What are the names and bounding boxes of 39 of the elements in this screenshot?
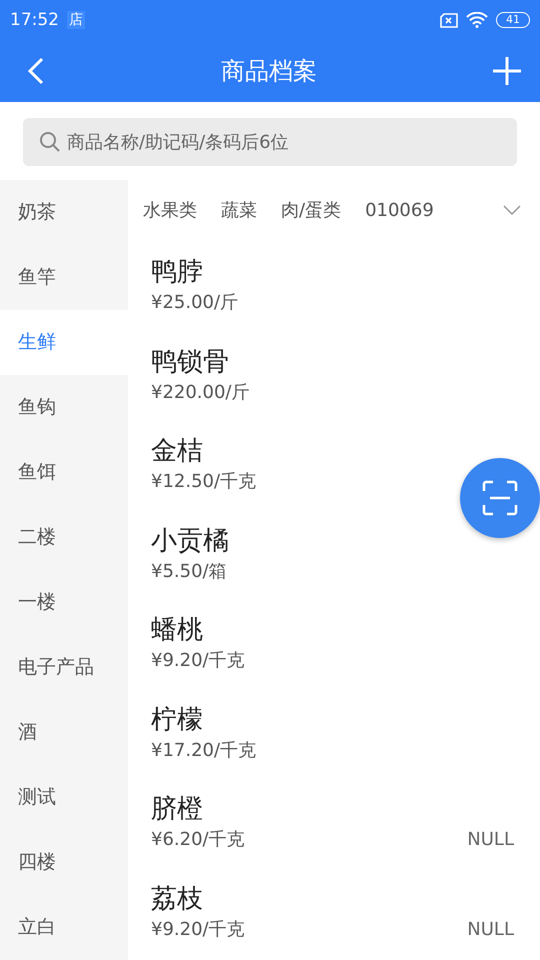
product-price: ¥9.20/千克 xyxy=(151,649,245,673)
page-title: 商品档案 xyxy=(221,56,317,87)
product-price: ¥6.20/千克 xyxy=(151,828,245,852)
product-name[interactable]: 鸭锁骨 xyxy=(151,344,540,380)
category-item[interactable]: 测试 xyxy=(0,765,128,830)
category-item[interactable]: 立白 xyxy=(0,895,128,960)
category-item[interactable]: 一楼 xyxy=(0,570,128,635)
product-name[interactable]: 荔枝 xyxy=(151,880,540,916)
product-name[interactable]: 柠檬 xyxy=(151,702,540,738)
subcategory-tab[interactable]: 水果类 xyxy=(143,198,197,222)
category-item[interactable]: 酒 xyxy=(0,700,128,765)
product-name[interactable]: 金桔 xyxy=(151,433,540,469)
category-item[interactable]: 二楼 xyxy=(0,505,128,570)
category-item[interactable]: 鱼饵 xyxy=(0,440,128,505)
category-item[interactable]: 四楼 xyxy=(0,830,128,895)
product-tag: NULL xyxy=(467,916,514,942)
subcategory-tab[interactable]: 010069 xyxy=(365,200,434,220)
category-item[interactable]: 电子产品 xyxy=(0,635,128,700)
product-name[interactable]: 脐橙 xyxy=(151,791,540,827)
product-name[interactable]: 鸭脖 xyxy=(151,254,540,290)
product-price: ¥25.00/斤 xyxy=(151,291,238,315)
category-item[interactable]: 鱼钩 xyxy=(0,375,128,440)
product-tag: NULL xyxy=(467,827,514,853)
subcategory-tab[interactable]: 肉/蛋类 xyxy=(281,198,342,222)
subcategory-tab[interactable]: 蔬菜 xyxy=(221,198,257,222)
category-item[interactable]: 鱼竿 xyxy=(0,245,128,310)
product-price: ¥9.20/千克 xyxy=(151,918,245,942)
product-price: ¥220.00/斤 xyxy=(151,380,250,404)
category-item[interactable]: 奶茶 xyxy=(0,180,128,245)
product-price: ¥12.50/千克 xyxy=(151,470,256,494)
battery-indicator: 41 xyxy=(496,12,530,28)
product-name[interactable]: 小贡橘 xyxy=(151,522,540,558)
product-price: ¥5.50/箱 xyxy=(151,560,227,584)
product-price: ¥17.20/千克 xyxy=(151,738,256,762)
app-notification-icon: 店 xyxy=(67,11,85,29)
product-name[interactable]: 蟠桃 xyxy=(151,612,540,648)
category-item[interactable]: 生鲜 xyxy=(0,310,128,375)
search-field[interactable]: 商品名称/助记码/条码后6位 xyxy=(23,118,517,166)
status-time: 17:52 xyxy=(10,10,59,30)
